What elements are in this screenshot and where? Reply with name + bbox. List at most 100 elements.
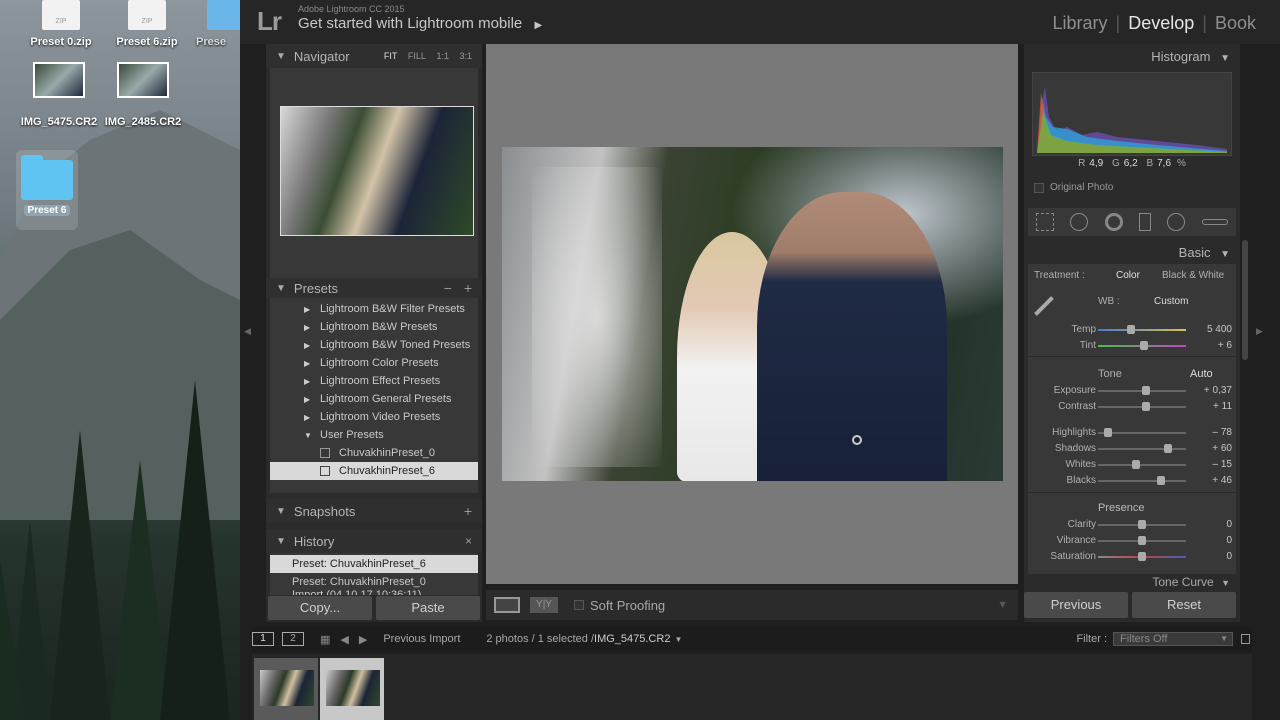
preset-folder[interactable]: ▶ Lightroom General Presets xyxy=(270,390,478,408)
tone-curve-header[interactable]: Tone Curve ▼ xyxy=(1024,574,1240,590)
loupe-view-icon[interactable] xyxy=(494,597,520,613)
navigator-preview[interactable] xyxy=(270,68,478,278)
before-after-icon[interactable]: Y|Y xyxy=(530,597,558,613)
page-1-button[interactable]: 1 xyxy=(252,632,274,646)
slider-knob[interactable] xyxy=(1139,341,1148,350)
treatment-bw[interactable]: Black & White xyxy=(1162,270,1224,281)
filmstrip-thumb-selected[interactable] xyxy=(320,658,384,720)
slider-temp[interactable]: Temp 5 400 xyxy=(1028,322,1236,338)
zoom-fit[interactable]: FIT xyxy=(384,51,398,61)
slider-knob[interactable] xyxy=(1157,476,1166,485)
back-arrow-icon[interactable]: ◀ xyxy=(340,633,348,646)
mobile-banner[interactable]: Get started with Lightroom mobile ▶ xyxy=(298,15,542,32)
filmstrip-lock-icon[interactable] xyxy=(1241,634,1250,644)
treatment-color[interactable]: Color xyxy=(1116,270,1140,281)
forward-arrow-icon[interactable]: ▶ xyxy=(359,633,367,646)
original-photo-toggle[interactable]: Original Photo xyxy=(1034,182,1113,193)
crop-tool-icon[interactable] xyxy=(1036,213,1055,231)
previous-button[interactable]: Previous xyxy=(1024,592,1128,618)
zoom-3-1[interactable]: 3:1 xyxy=(459,51,472,61)
radial-filter-icon[interactable] xyxy=(1167,213,1186,231)
slider-knob[interactable] xyxy=(1141,386,1150,395)
preset-item-selected[interactable]: ChuvakhinPreset_6 xyxy=(270,462,478,480)
preset-folder[interactable]: ▶ Lightroom Effect Presets xyxy=(270,372,478,390)
preset-folder[interactable]: ▶ Lightroom B&W Filter Presets xyxy=(270,300,478,318)
history-item[interactable]: Import (04.10.17 10:36:11) xyxy=(270,586,478,595)
filter-select[interactable]: Filters Off ▼ xyxy=(1113,632,1233,646)
preset-folder[interactable]: ▶ Lightroom B&W Presets xyxy=(270,318,478,336)
slider-clarity[interactable]: Clarity 0 xyxy=(1028,517,1236,533)
zoom-1-1[interactable]: 1:1 xyxy=(436,51,449,61)
presets-header[interactable]: ▼ Presets − + xyxy=(266,278,482,298)
left-panel-toggle[interactable]: ◀ xyxy=(244,326,251,337)
desktop-icon-partial[interactable]: Prese xyxy=(196,0,240,48)
zoom-fill[interactable]: FILL xyxy=(408,51,426,61)
clear-history-icon[interactable]: × xyxy=(465,534,472,548)
desktop-icon-preset0-zip[interactable]: ZIP Preset 0.zip xyxy=(16,0,106,48)
spot-removal-icon[interactable] xyxy=(1070,213,1089,231)
navigator-header[interactable]: ▼ Navigator FIT FILL 1:1 3:1 xyxy=(266,44,482,68)
preset-folder[interactable]: ▶ Lightroom B&W Toned Presets xyxy=(270,336,478,354)
wb-select[interactable]: Custom xyxy=(1154,296,1188,307)
main-photo[interactable] xyxy=(502,147,1003,481)
desktop-icon-img2485[interactable]: IMG_2485.CR2 xyxy=(98,62,188,128)
slider-contrast[interactable]: Contrast + 11 xyxy=(1028,399,1236,415)
adjustment-brush-icon[interactable] xyxy=(1201,219,1228,225)
paste-button[interactable]: Paste xyxy=(376,596,480,620)
reset-button[interactable]: Reset xyxy=(1132,592,1236,618)
desktop-icon-preset6-zip[interactable]: ZIP Preset 6.zip xyxy=(102,0,192,48)
graduated-filter-icon[interactable] xyxy=(1139,213,1152,231)
copy-button[interactable]: Copy... xyxy=(268,596,372,620)
slider-knob[interactable] xyxy=(1138,552,1146,561)
app-subtitle: Adobe Lightroom CC 2015 xyxy=(298,4,405,14)
auto-tone-button[interactable]: Auto xyxy=(1190,368,1213,380)
history-header[interactable]: ▼ History × xyxy=(266,529,482,553)
red-eye-icon[interactable] xyxy=(1104,213,1123,231)
slider-knob[interactable] xyxy=(1142,402,1151,411)
page-2-button[interactable]: 2 xyxy=(282,632,304,646)
slider-saturation[interactable]: Saturation 0 xyxy=(1028,549,1236,565)
toolbar-dropdown-icon[interactable]: ▼ xyxy=(997,599,1008,611)
right-panel-toggle[interactable]: ▶ xyxy=(1256,326,1263,337)
module-book[interactable]: Book xyxy=(1215,13,1256,33)
preset-folder[interactable]: ▶ Lightroom Video Presets xyxy=(270,408,478,426)
slider-blacks[interactable]: Blacks + 46 xyxy=(1028,473,1236,489)
slider-knob[interactable] xyxy=(1138,520,1146,529)
desktop-folder-preset6[interactable]: Preset 6 xyxy=(16,150,78,230)
histogram-header[interactable]: Histogram ▼ xyxy=(1024,44,1240,68)
window-scrollbar[interactable] xyxy=(1242,240,1248,360)
source-label[interactable]: Previous Import xyxy=(383,633,460,645)
lightroom-window: Lr Adobe Lightroom CC 2015 Get started w… xyxy=(240,0,1280,720)
remove-preset-icon[interactable]: − xyxy=(444,280,452,296)
slider-exposure[interactable]: Exposure + 0,37 xyxy=(1028,383,1236,399)
preset-folder-user[interactable]: ▼ User Presets xyxy=(270,426,478,444)
grid-view-icon[interactable]: ▦ xyxy=(320,633,330,646)
filmstrip-thumb[interactable] xyxy=(254,658,318,720)
preset-folder[interactable]: ▶ Lightroom Color Presets xyxy=(270,354,478,372)
slider-shadows[interactable]: Shadows + 60 xyxy=(1028,441,1236,457)
slider-knob[interactable] xyxy=(1126,325,1135,334)
slider-whites[interactable]: Whites – 15 xyxy=(1028,457,1236,473)
module-develop[interactable]: Develop xyxy=(1128,13,1194,33)
history-item-selected[interactable]: Preset: ChuvakhinPreset_6 xyxy=(270,555,478,573)
slider-knob[interactable] xyxy=(1103,428,1112,437)
slider-vibrance[interactable]: Vibrance 0 xyxy=(1028,533,1236,549)
slider-highlights[interactable]: Highlights – 78 xyxy=(1028,425,1236,441)
image-canvas[interactable] xyxy=(486,44,1018,584)
desktop-icon-img5475[interactable]: IMG_5475.CR2 xyxy=(14,62,104,128)
soft-proofing-checkbox[interactable] xyxy=(574,600,584,610)
add-snapshot-icon[interactable]: + xyxy=(464,503,472,519)
slider-knob[interactable] xyxy=(1138,536,1146,545)
preset-item[interactable]: ChuvakhinPreset_0 xyxy=(270,444,478,462)
add-preset-icon[interactable]: + xyxy=(464,280,472,296)
original-photo-checkbox[interactable] xyxy=(1034,182,1044,193)
snapshots-header[interactable]: ▼ Snapshots + xyxy=(266,499,482,523)
selected-filename[interactable]: IMG_5475.CR2 xyxy=(594,633,670,645)
slider-tint[interactable]: Tint + 6 xyxy=(1028,338,1236,354)
module-library[interactable]: Library xyxy=(1053,13,1108,33)
filename-dropdown-icon[interactable]: ▼ xyxy=(674,635,682,644)
slider-knob[interactable] xyxy=(1131,460,1140,469)
histogram[interactable] xyxy=(1032,72,1232,156)
slider-knob[interactable] xyxy=(1164,444,1173,453)
basic-header[interactable]: Basic ▼ xyxy=(1024,240,1240,264)
